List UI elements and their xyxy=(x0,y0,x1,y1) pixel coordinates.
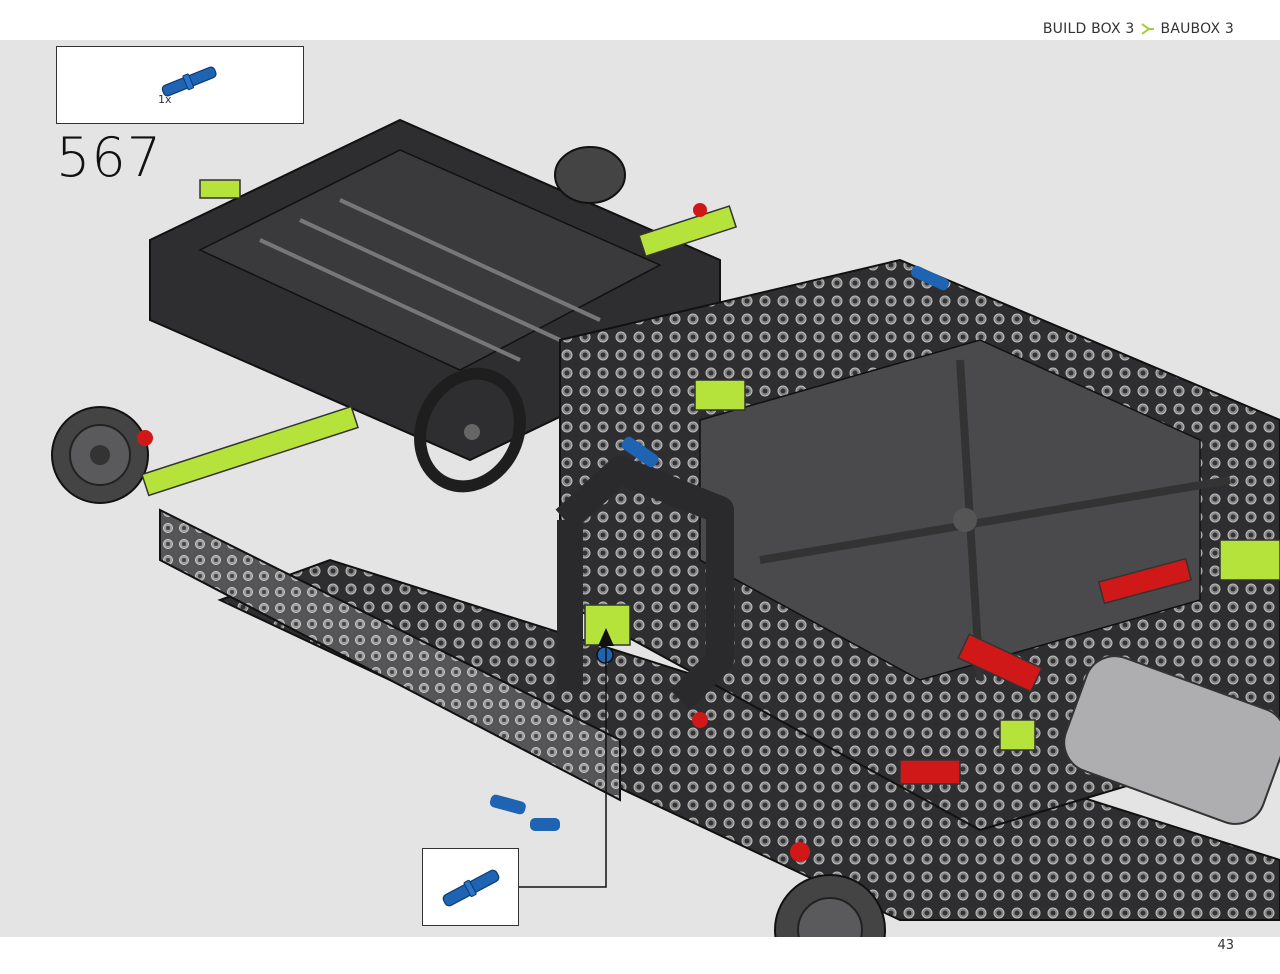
breadcrumb-build-box: BUILD BOX 3 xyxy=(1042,21,1135,37)
page-header: BUILD BOX 3 BAUBOX 3 xyxy=(0,0,1280,40)
callout-box xyxy=(422,848,519,926)
parts-list-box: 1x xyxy=(56,46,304,124)
breadcrumb: BUILD BOX 3 BAUBOX 3 xyxy=(1043,21,1234,37)
chevron-right-icon xyxy=(1140,23,1154,35)
page-number: 43 xyxy=(1217,938,1234,953)
blue-pin-icon xyxy=(442,869,500,907)
breadcrumb-baubox: BAUBOX 3 xyxy=(1160,21,1234,37)
instruction-stage xyxy=(0,40,1280,937)
part-quantity: 1x xyxy=(158,93,172,106)
step-number: 567 xyxy=(56,126,163,189)
page-footer xyxy=(0,937,1280,974)
model-illustration xyxy=(51,118,1280,937)
